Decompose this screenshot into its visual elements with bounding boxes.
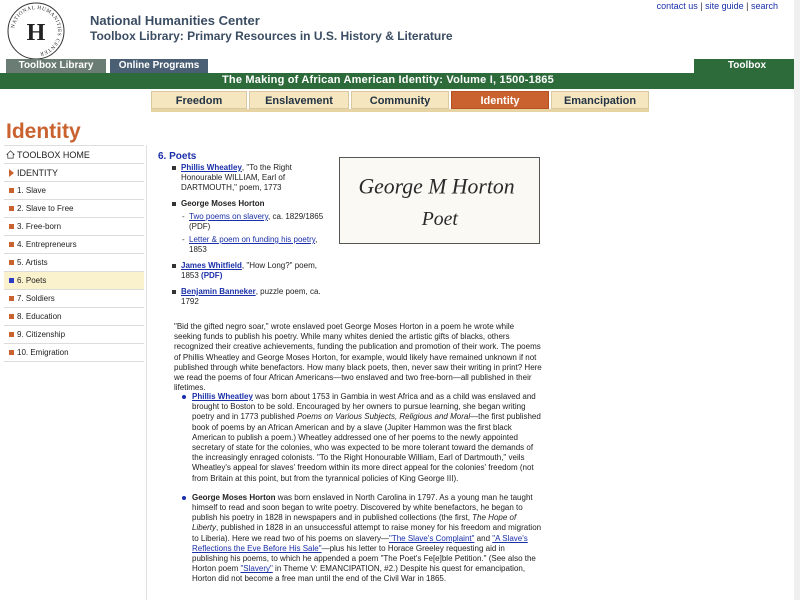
pdf-link[interactable]: (PDF): [189, 222, 210, 231]
square-bullet-icon: [172, 202, 176, 206]
resource-list: Phillis Wheatley, "To the Right Honourab…: [170, 163, 330, 313]
slaves-complaint-link[interactable]: "The Slave's Complaint": [389, 534, 474, 543]
bio-wheatley: Phillis Wheatley was born about 1753 in …: [182, 392, 542, 484]
nhc-logo[interactable]: NATIONAL HUMANITIES CENTER H: [6, 1, 66, 61]
tab-toolbox[interactable]: Toolbox: [694, 59, 800, 73]
resource-description: , ca. 1829/1865: [268, 212, 324, 221]
slavery-poem-link[interactable]: "Slavery": [240, 564, 272, 573]
utility-links: contact us | site guide | search: [657, 1, 778, 11]
two-poems-link[interactable]: Two poems on slavery: [189, 212, 268, 221]
square-bullet-icon: [172, 166, 176, 170]
square-bullet-icon: [172, 290, 176, 294]
square-bullet-icon: [9, 332, 14, 337]
site-guide-link[interactable]: site guide: [705, 1, 744, 11]
sidebar-item-emigration[interactable]: 10. Emigration: [4, 344, 144, 362]
list-item: George Moses Horton: [170, 199, 330, 209]
scrollbar[interactable]: [794, 0, 800, 600]
bio-list: Phillis Wheatley was born about 1753 in …: [182, 392, 542, 594]
sidebar: TOOLBOX HOME IDENTITY 1. Slave 2. Slave …: [4, 145, 144, 362]
bio-text: and: [474, 533, 493, 543]
banneker-link[interactable]: Benjamin Banneker: [181, 287, 256, 296]
triangle-right-icon: [9, 169, 14, 177]
list-item: Phillis Wheatley, "To the Right Honourab…: [170, 163, 330, 193]
sidebar-item-identity[interactable]: IDENTITY: [4, 164, 144, 182]
list-item: - Two poems on slavery, ca. 1829/1865 (P…: [170, 212, 330, 232]
square-bullet-icon: [9, 224, 14, 229]
horton-name: George Moses Horton: [181, 199, 265, 208]
bio-horton: George Moses Horton was born enslaved in…: [182, 492, 542, 585]
sidebar-divider: [146, 145, 147, 600]
sidebar-item-label: 2. Slave to Free: [17, 204, 74, 213]
logo-letter: H: [27, 20, 46, 46]
square-bullet-icon: [9, 278, 14, 283]
wheatley-link[interactable]: Phillis Wheatley: [181, 163, 242, 172]
intro-paragraph: "Bid the gifted negro soar," wrote ensla…: [174, 322, 542, 393]
square-bullet-icon: [9, 188, 14, 193]
sidebar-item-label: 1. Slave: [17, 186, 46, 195]
bio-text: —the first published book of poems by an…: [192, 412, 541, 483]
square-bullet-icon: [9, 206, 14, 211]
square-bullet-icon: [9, 314, 14, 319]
sidebar-item-education[interactable]: 8. Education: [4, 308, 144, 326]
home-icon: [6, 150, 15, 159]
sidebar-item-label: IDENTITY: [17, 168, 59, 178]
tab-online-programs[interactable]: Online Programs: [110, 59, 208, 73]
sidebar-item-label: 3. Free-born: [17, 222, 62, 231]
whitfield-link[interactable]: James Whitfield: [181, 261, 242, 270]
dash-bullet: -: [182, 235, 185, 244]
list-item: - Letter & poem on funding his poetry, 1…: [170, 235, 330, 255]
tab-toolbox-library[interactable]: Toolbox Library: [6, 59, 106, 73]
tab-enslavement[interactable]: Enslavement: [249, 91, 349, 109]
square-bullet-icon: [9, 242, 14, 247]
banner-title: The Making of African American Identity:…: [222, 74, 554, 86]
sidebar-item-label: 8. Education: [17, 312, 62, 321]
sidebar-item-slave-to-free[interactable]: 2. Slave to Free: [4, 200, 144, 218]
square-bullet-icon: [172, 264, 176, 268]
letter-poem-link[interactable]: Letter & poem on funding his poetry: [189, 235, 315, 244]
link-separator: |: [746, 1, 749, 11]
tab-emancipation[interactable]: Emancipation: [551, 91, 649, 109]
search-link[interactable]: search: [751, 1, 778, 11]
tab-freedom[interactable]: Freedom: [151, 91, 247, 109]
link-separator: |: [700, 1, 703, 11]
list-item: Benjamin Banneker, puzzle poem, ca. 1792: [170, 287, 330, 307]
org-name: National Humanities Center: [90, 13, 260, 28]
library-name: Toolbox Library: Primary Resources in U.…: [90, 29, 453, 43]
sidebar-item-toolbox-home[interactable]: TOOLBOX HOME: [4, 146, 144, 164]
horton-bio-name: George Moses Horton: [192, 492, 276, 502]
square-bullet-icon: [9, 296, 14, 301]
sidebar-item-soldiers[interactable]: 7. Soldiers: [4, 290, 144, 308]
sidebar-item-entrepreneurs[interactable]: 4. Entrepreneurs: [4, 236, 144, 254]
page-title: Identity: [6, 120, 81, 143]
round-bullet-icon: [182, 395, 186, 399]
tab-strip-divider: [151, 109, 649, 112]
sidebar-item-citizenship[interactable]: 9. Citizenship: [4, 326, 144, 344]
sidebar-item-label: 10. Emigration: [17, 348, 69, 357]
square-bullet-icon: [9, 260, 14, 265]
sidebar-item-artists[interactable]: 5. Artists: [4, 254, 144, 272]
round-bullet-icon: [182, 495, 186, 500]
square-bullet-icon: [9, 350, 14, 355]
list-item: James Whitfield, "How Long?" poem, 1853 …: [170, 261, 330, 281]
sidebar-item-label: 6. Poets: [17, 276, 47, 285]
sidebar-item-free-born[interactable]: 3. Free-born: [4, 218, 144, 236]
sidebar-item-label: TOOLBOX HOME: [17, 150, 90, 160]
tab-identity[interactable]: Identity: [451, 91, 549, 109]
dash-bullet: -: [182, 212, 185, 221]
signature-title: Poet: [421, 208, 459, 230]
sidebar-item-label: 9. Citizenship: [17, 330, 66, 339]
section-heading: 6. Poets: [158, 151, 197, 162]
sidebar-item-label: 7. Soldiers: [17, 294, 55, 303]
sidebar-item-slave[interactable]: 1. Slave: [4, 182, 144, 200]
sidebar-item-poets[interactable]: 6. Poets: [4, 272, 144, 290]
tab-community[interactable]: Community: [351, 91, 449, 109]
book-title: Poems on Various Subjects, Religious and…: [296, 412, 471, 422]
sidebar-item-label: 5. Artists: [17, 258, 48, 267]
pdf-link[interactable]: (PDF): [201, 271, 222, 280]
horton-signature-image: George M Horton Poet: [339, 157, 540, 244]
contact-us-link[interactable]: contact us: [657, 1, 698, 11]
sidebar-item-label: 4. Entrepreneurs: [17, 240, 77, 249]
wheatley-bio-link[interactable]: Phillis Wheatley: [192, 392, 253, 401]
signature-name: George M Horton: [358, 175, 514, 199]
